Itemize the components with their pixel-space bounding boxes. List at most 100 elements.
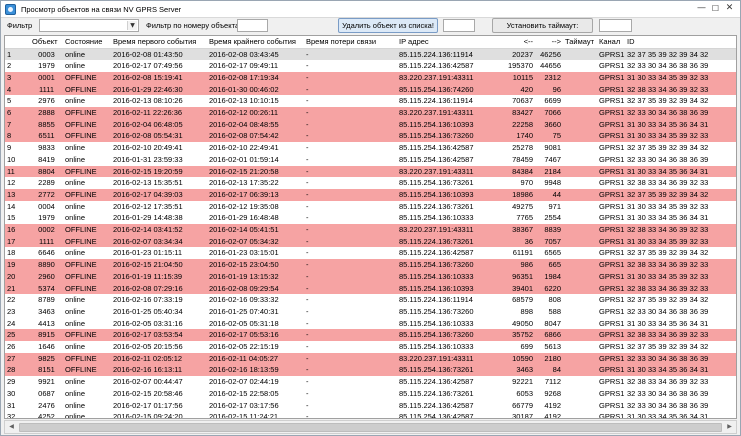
column-header-connection-lost-time[interactable]: Время потери связи [304, 36, 397, 49]
table-row[interactable]: 5 2976 online 2016-02-13 08:10:26 2016-02-13… [5, 95, 736, 108]
cell-bytes-in: 18986 [489, 188, 535, 201]
table-row[interactable]: 28 8151 OFFLINE 2016-02-16 16:13:11 2016-02-… [5, 364, 736, 377]
cell-last-event-time: 2016-02-08 09:29:54 [207, 282, 304, 295]
cell-connection-lost-time: - [304, 259, 397, 271]
delete-object-button[interactable]: Удалить объект из списка! [338, 18, 438, 33]
table-row[interactable]: 25 8915 OFFLINE 2016-02-17 03:53:54 2016-02-… [5, 329, 736, 342]
table-row[interactable]: 32 4252 online 2016-02-15 09:24:20 2016-02-1… [5, 411, 736, 418]
table-row[interactable]: 13 2772 OFFLINE 2016-02-17 04:39:03 2016-02-… [5, 188, 736, 201]
table-row[interactable]: 10 8419 online 2016-01-31 23:59:33 2016-02-0… [5, 153, 736, 166]
column-header-row-number[interactable] [5, 36, 30, 49]
cell-object: 6646 [30, 247, 63, 260]
table-row[interactable]: 8 6511 OFFLINE 2016-02-08 05:54:31 2016-02-0… [5, 130, 736, 143]
table-row[interactable]: 4 1111 OFFLINE 2016-01-29 22:46:30 2016-01-3… [5, 83, 736, 96]
column-header-bytes-out[interactable]: --> [535, 36, 563, 49]
table-row[interactable]: 21 5374 OFFLINE 2016-02-08 07:29:16 2016-02-… [5, 282, 736, 295]
table-row[interactable]: 6 2888 OFFLINE 2016-02-11 22:26:36 2016-02-1… [5, 107, 736, 119]
object-filter-input[interactable] [237, 19, 268, 32]
table-row[interactable]: 22 8789 online 2016-02-16 07:33:19 2016-02-1… [5, 294, 736, 306]
table-row[interactable]: 18 6646 online 2016-01-23 01:15:11 2016-01-2… [5, 247, 736, 260]
cell-row-number: 32 [5, 411, 30, 418]
column-header-ip-address[interactable]: IP адрес [397, 36, 489, 49]
cell-last-event-time: 2016-02-15 11:24:21 [207, 411, 304, 418]
cell-row-number: 4 [5, 83, 30, 96]
scrollbar-thumb[interactable] [19, 423, 722, 432]
cell-state: online [63, 212, 111, 225]
cell-state: OFFLINE [63, 282, 111, 295]
column-header-id[interactable]: ID [625, 36, 736, 49]
cell-ip-address: 85.115.254.136:73260 [397, 130, 489, 143]
table-row[interactable]: 30 0687 online 2016-02-15 20:58:46 2016-02-1… [5, 387, 736, 400]
cell-bytes-in: 30187 [489, 411, 535, 418]
cell-last-event-time: 2016-02-17 05:53:16 [207, 329, 304, 342]
cell-id: 31 30 33 34 35 36 34 31 [625, 118, 736, 131]
set-timeout-button[interactable]: Установить таймаут: [492, 18, 593, 33]
cell-object: 1979 [30, 60, 63, 72]
cell-timeout [563, 83, 597, 96]
close-button[interactable]: ✕ [723, 3, 736, 15]
cell-id: 32 37 35 39 32 39 34 32 [625, 247, 736, 260]
cell-timeout [563, 247, 597, 260]
cell-channel: GPRS1 [597, 341, 625, 353]
cell-channel: GPRS1 [597, 376, 625, 388]
delete-object-input[interactable] [443, 19, 475, 32]
table-row[interactable]: 14 0004 online 2016-02-12 17:35:51 2016-02-1… [5, 200, 736, 213]
cell-channel: GPRS1 [597, 235, 625, 248]
cell-row-number: 11 [5, 165, 30, 178]
table-row[interactable]: 15 1979 online 2016-01-29 14:48:38 2016-01-2… [5, 212, 736, 225]
cell-ip-address: 85.115.224.136:73261 [397, 200, 489, 213]
filter-dropdown[interactable]: ▼ [39, 19, 139, 32]
cell-timeout [563, 387, 597, 400]
cell-id: 32 38 33 34 36 39 32 33 [625, 282, 736, 295]
scroll-left-icon[interactable]: ◀ [6, 422, 17, 432]
horizontal-scrollbar[interactable]: ◀ ▶ [4, 420, 737, 434]
cell-bytes-in: 420 [489, 83, 535, 96]
column-header-state[interactable]: Состояние [63, 36, 111, 49]
table-row[interactable]: 3 0001 OFFLINE 2016-02-08 15:19:41 2016-02-0… [5, 71, 736, 84]
maximize-button[interactable]: ☐ [709, 3, 722, 15]
table-row[interactable]: 9 9833 online 2016-02-10 20:49:41 2016-02-10… [5, 142, 736, 154]
cell-timeout [563, 48, 597, 61]
table-row[interactable]: 1 0003 online 2016-02-08 01:43:50 2016-02-08… [5, 48, 736, 61]
table-row[interactable]: 19 8890 OFFLINE 2016-02-15 21:04:50 2016-02-… [5, 259, 736, 271]
cell-first-event-time: 2016-02-10 20:49:41 [111, 142, 207, 154]
cell-connection-lost-time: - [304, 177, 397, 189]
cell-timeout [563, 399, 597, 412]
timeout-input[interactable] [599, 19, 632, 32]
table-row[interactable]: 20 2960 OFFLINE 2016-01-19 11:15:39 2016-01-… [5, 270, 736, 283]
table-row[interactable]: 7 8855 OFFLINE 2016-02-04 06:48:05 2016-02-0… [5, 118, 736, 131]
cell-last-event-time: 2016-02-08 17:19:34 [207, 71, 304, 84]
column-header-bytes-in[interactable]: <-- [489, 36, 535, 49]
cell-state: online [63, 48, 111, 61]
cell-ip-address: 85.115.254.136:10333 [397, 317, 489, 330]
table-row[interactable]: 11 8804 OFFLINE 2016-02-15 19:20:59 2016-02-… [5, 165, 736, 178]
table-row[interactable]: 12 2289 online 2016-02-13 15:35:51 2016-02-1… [5, 177, 736, 189]
table-row[interactable]: 16 0002 OFFLINE 2016-02-14 03:41:52 2016-02-… [5, 224, 736, 236]
table-row[interactable]: 2 1979 online 2016-02-17 07:49:56 2016-02-17… [5, 60, 736, 72]
table-row[interactable]: 24 4413 online 2016-02-05 03:31:16 2016-02-0… [5, 317, 736, 330]
column-header-channel[interactable]: Канал [597, 36, 625, 49]
cell-ip-address: 85.115.224.136:73261 [397, 387, 489, 400]
cell-bytes-out: 9948 [535, 177, 563, 189]
cell-bytes-in: 68579 [489, 294, 535, 306]
column-header-last-event-time[interactable]: Время крайнего события [207, 36, 304, 49]
scroll-right-icon[interactable]: ▶ [724, 422, 735, 432]
objects-grid[interactable]: Объект Состояние Время первого события Врем… [4, 35, 737, 419]
column-header-first-event-time[interactable]: Время первого события [111, 36, 207, 49]
column-header-timeout[interactable]: Таймаут [563, 36, 597, 49]
column-header-object[interactable]: Объект [30, 36, 63, 49]
cell-state: online [63, 200, 111, 213]
cell-last-event-time: 2016-02-07 05:34:32 [207, 235, 304, 248]
table-row[interactable]: 26 1646 online 2016-02-05 20:15:56 2016-02-0… [5, 341, 736, 353]
cell-bytes-in: 970 [489, 177, 535, 189]
table-row[interactable]: 31 2476 online 2016-02-17 01:17:56 2016-02-1… [5, 399, 736, 412]
cell-state: online [63, 305, 111, 318]
table-row[interactable]: 23 3463 online 2016-01-25 05:40:34 2016-01-2… [5, 305, 736, 318]
chevron-down-icon[interactable]: ▼ [127, 21, 137, 30]
cell-id: 32 37 35 39 32 39 34 32 [625, 142, 736, 154]
cell-bytes-in: 78459 [489, 153, 535, 166]
table-row[interactable]: 29 9921 online 2016-02-07 00:44:47 2016-02-0… [5, 376, 736, 388]
minimize-button[interactable]: — [695, 3, 708, 15]
table-row[interactable]: 17 1111 OFFLINE 2016-02-07 03:34:34 2016-02-… [5, 235, 736, 248]
table-row[interactable]: 27 9825 OFFLINE 2016-02-11 02:05:12 2016-02-… [5, 352, 736, 365]
